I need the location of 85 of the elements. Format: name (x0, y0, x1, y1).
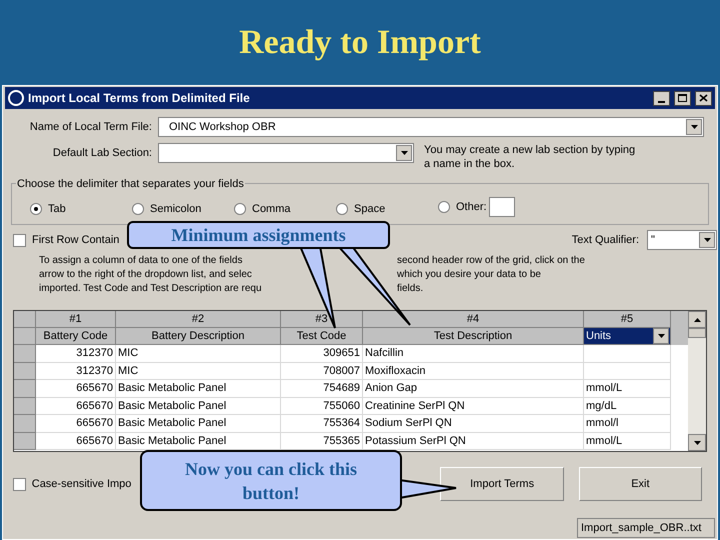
radio-button[interactable] (30, 202, 42, 215)
maximize-button[interactable] (674, 90, 691, 106)
checkbox-label: Case-sensitive Impo (32, 476, 132, 492)
table-cell: Basic Metabolic Panel (116, 415, 281, 432)
table-cell: Creatinine SerPl QN (363, 398, 584, 415)
text-qualifier-dropdown[interactable]: " (647, 230, 717, 250)
table-cell: 665670 (36, 432, 116, 450)
table-cell: 312370 (36, 362, 116, 380)
field-label: Name of Local Term File: (28, 120, 153, 135)
field-label: Text Qualifier: (570, 232, 640, 248)
other-input-field[interactable] (488, 197, 515, 217)
file-dropdown[interactable]: OINC Workshop OBR (158, 117, 704, 137)
caret-icon (658, 334, 664, 338)
instruction-text: imported. Test Code and Test Description are requ (39, 282, 262, 296)
radio-label: Other: (456, 200, 487, 215)
callout-bubble: Minimum assignments (127, 221, 390, 249)
table-cell: 665670 (36, 380, 116, 398)
column-header: Test Description (363, 328, 584, 345)
table-cell: mmol/L (584, 380, 671, 398)
up-arrow-icon (694, 318, 701, 322)
instruction-text: To assign a column of data to one of the fields (39, 254, 242, 268)
instruction-text: fields. (397, 282, 424, 296)
table-cell: 755364 (281, 415, 363, 432)
table-cell: Moxifloxacin (363, 362, 584, 380)
radio-button[interactable] (132, 202, 144, 215)
caret-icon (690, 125, 698, 129)
table-cell: 708007 (281, 362, 363, 380)
app-logo-icon (8, 90, 24, 106)
dropdown-arrow-button[interactable] (686, 119, 702, 135)
dropdown-arrow-button[interactable] (699, 232, 715, 248)
minimize-button[interactable] (653, 90, 670, 106)
table-cell: 312370 (36, 345, 116, 362)
close-button[interactable] (695, 90, 712, 106)
table-cell: 665670 (36, 415, 116, 432)
column-header: Test Code (281, 328, 363, 345)
callout-bubble: Now you can click this button! (140, 450, 402, 511)
radio-button[interactable] (234, 202, 246, 215)
table-cell: 309651 (281, 345, 363, 362)
group-legend: Choose the delimiter that separates your fields (16, 176, 245, 192)
radio-label: Semicolon (150, 202, 202, 216)
scroll-down-button[interactable] (688, 434, 706, 451)
table-cell: 665670 (36, 398, 116, 415)
radio-label: Space (354, 202, 386, 216)
column-field-dropdown[interactable]: Units (584, 328, 671, 345)
close-icon (699, 94, 708, 102)
table-cell: Basic Metabolic Panel (116, 398, 281, 415)
table-cell: Anion Gap (363, 380, 584, 398)
dropdown-arrow-button[interactable] (653, 328, 669, 344)
table-cell: mg/dL (584, 398, 671, 415)
checkbox-label: First Row Contain (32, 232, 120, 248)
radio-button[interactable] (438, 201, 450, 213)
table-cell: MIC (116, 362, 281, 380)
table-cell: mmol/L (584, 432, 671, 450)
table-cell: 754689 (281, 380, 363, 398)
table-cell: MIC (116, 345, 281, 362)
radio-label: Comma (252, 202, 291, 216)
radio-label: Tab (48, 202, 66, 216)
hint-text: You may create a new lab section by typing a name in the box. (424, 143, 636, 171)
scroll-up-button[interactable] (688, 311, 706, 328)
vertical-scrollbar[interactable] (688, 311, 706, 451)
exit-button[interactable]: Exit (578, 467, 702, 501)
scroll-thumb[interactable] (688, 328, 706, 338)
table-cell: Sodium SerPl QN (363, 415, 584, 432)
import-terms-button[interactable]: Import Terms (440, 467, 564, 501)
instruction-text: arrow to the right of the dropdown list, and selec (39, 268, 252, 282)
radio-button[interactable] (336, 202, 348, 215)
column-header: Battery Code (36, 328, 116, 345)
caret-icon (704, 238, 710, 242)
field-label: Default Lab Section: (52, 146, 153, 161)
table-cell: Nafcillin (363, 345, 584, 362)
table-cell: mmol/l (584, 415, 671, 432)
down-arrow-icon (694, 440, 701, 444)
dropdown-arrow-button[interactable] (396, 145, 412, 161)
instruction-text: which you desire your data to be (397, 268, 541, 282)
window-title: Import Local Terms from Delimited File (28, 90, 251, 107)
lab-section-dropdown[interactable] (158, 143, 414, 163)
table-cell: 755060 (281, 398, 363, 415)
instruction-text: second header row of the grid, click on the (397, 254, 585, 268)
checkbox[interactable] (13, 478, 26, 490)
table-cell: Basic Metabolic Panel (116, 380, 281, 398)
slide-title: Ready to Import (239, 23, 481, 63)
status-bar-file: Import_sample_OBR..txt (577, 518, 715, 538)
checkbox[interactable] (13, 234, 26, 246)
column-header: Battery Description (116, 328, 281, 345)
caret-icon (400, 151, 408, 155)
